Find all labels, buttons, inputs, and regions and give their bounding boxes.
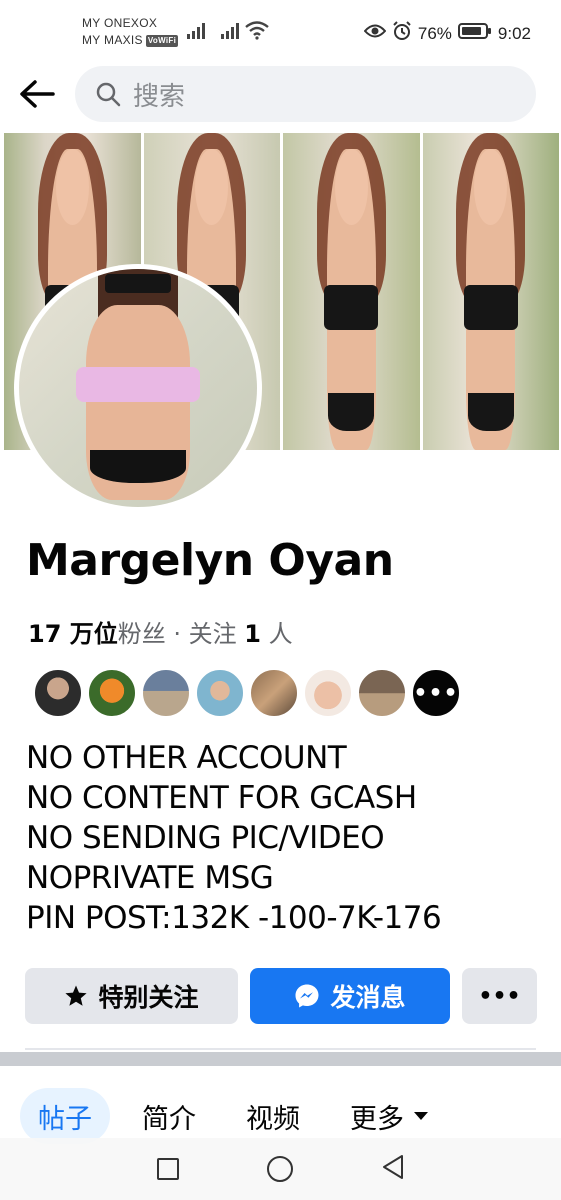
battery-icon <box>457 22 492 45</box>
search-placeholder: 搜索 <box>133 81 186 112</box>
profile-name: Margelyn Oyan <box>26 535 394 586</box>
profile-bio: NO OTHER ACCOUNT NO CONTENT FOR GCASH NO… <box>26 738 442 938</box>
followers-count: 17 万位 <box>28 620 118 648</box>
status-bar: MY ONEXOX MY MAXIS VoWiFi 76% 9:02 <box>0 0 561 60</box>
signal-icon-2 <box>220 22 242 40</box>
caret-down-icon <box>414 1112 428 1120</box>
tab-more[interactable]: 更多 <box>332 1088 446 1144</box>
back-nav-button[interactable] <box>381 1154 405 1184</box>
tab-videos[interactable]: 视频 <box>228 1088 318 1144</box>
clock: 9:02 <box>497 23 531 43</box>
message-label: 发消息 <box>330 983 406 1012</box>
carrier-info: MY ONEXOX MY MAXIS VoWiFi <box>82 15 179 49</box>
cover-photo-panel <box>422 133 559 450</box>
friend-avatar[interactable] <box>33 668 83 718</box>
search-input[interactable]: 搜索 <box>75 66 536 122</box>
alarm-icon <box>392 21 412 46</box>
friend-avatar[interactable] <box>195 668 245 718</box>
more-options-label: ••• <box>478 983 521 1009</box>
triangle-back-icon <box>382 1155 403 1179</box>
follow-label: 特别关注 <box>98 983 199 1012</box>
following-unit: 人 <box>261 620 293 648</box>
message-button[interactable]: 发消息 <box>250 968 450 1024</box>
bio-line: NO OTHER ACCOUNT <box>26 740 347 776</box>
bio-line: NO SENDING PIC/VIDEO <box>26 820 385 856</box>
vowifi-badge: VoWiFi <box>145 35 179 47</box>
status-right: 76% 9:02 <box>363 21 531 46</box>
search-icon <box>96 82 121 107</box>
profile-tabs: 帖子 简介 视频 更多 <box>20 1088 446 1144</box>
carrier-1: MY ONEXOX <box>82 16 158 30</box>
cover-figure <box>310 133 392 450</box>
stats-separator: · <box>165 620 189 648</box>
section-separator <box>0 1052 561 1066</box>
bio-line: PIN POST:132K -100-7K-176 <box>26 900 442 936</box>
divider <box>25 1048 536 1050</box>
home-button[interactable] <box>266 1156 293 1182</box>
following-count: 1 <box>244 620 261 648</box>
more-friends-button[interactable]: ••• <box>411 668 461 718</box>
carrier-2: MY MAXIS <box>82 33 143 47</box>
star-icon <box>64 984 88 1008</box>
cover-figure <box>450 133 532 450</box>
bio-line: NO CONTENT FOR GCASH <box>26 780 417 816</box>
recents-button[interactable] <box>156 1158 179 1180</box>
signal-icon <box>186 22 208 40</box>
friend-avatar[interactable] <box>141 668 191 718</box>
tab-about[interactable]: 简介 <box>124 1088 214 1144</box>
profile-avatar[interactable] <box>14 264 262 512</box>
following-label: 关注 <box>188 620 245 648</box>
more-options-button[interactable]: ••• <box>462 968 537 1024</box>
arrow-left-icon <box>20 80 55 108</box>
cover-photo-panel <box>283 133 420 450</box>
system-nav-bar <box>0 1138 561 1200</box>
friend-avatar[interactable] <box>303 668 353 718</box>
friend-avatar[interactable] <box>357 668 407 718</box>
friend-avatar[interactable] <box>87 668 137 718</box>
wifi-icon <box>244 20 270 40</box>
carrier-2-row: MY MAXIS VoWiFi <box>82 32 179 49</box>
battery-percent: 76% <box>417 23 452 43</box>
back-button[interactable] <box>18 78 56 110</box>
tab-posts[interactable]: 帖子 <box>20 1088 110 1144</box>
followers-label: 粉丝 <box>117 620 166 648</box>
tab-more-label: 更多 <box>350 1103 404 1135</box>
friend-avatar[interactable] <box>249 668 299 718</box>
eye-icon <box>363 23 387 44</box>
bio-line: NOPRIVATE MSG <box>26 860 274 896</box>
friend-avatars[interactable]: ••• <box>33 668 461 718</box>
messenger-icon <box>294 983 320 1009</box>
follow-stats[interactable]: 17 万位 粉丝 · 关注 1 人 <box>28 614 293 649</box>
avatar-image <box>19 269 257 507</box>
special-follow-button[interactable]: 特别关注 <box>25 968 238 1024</box>
